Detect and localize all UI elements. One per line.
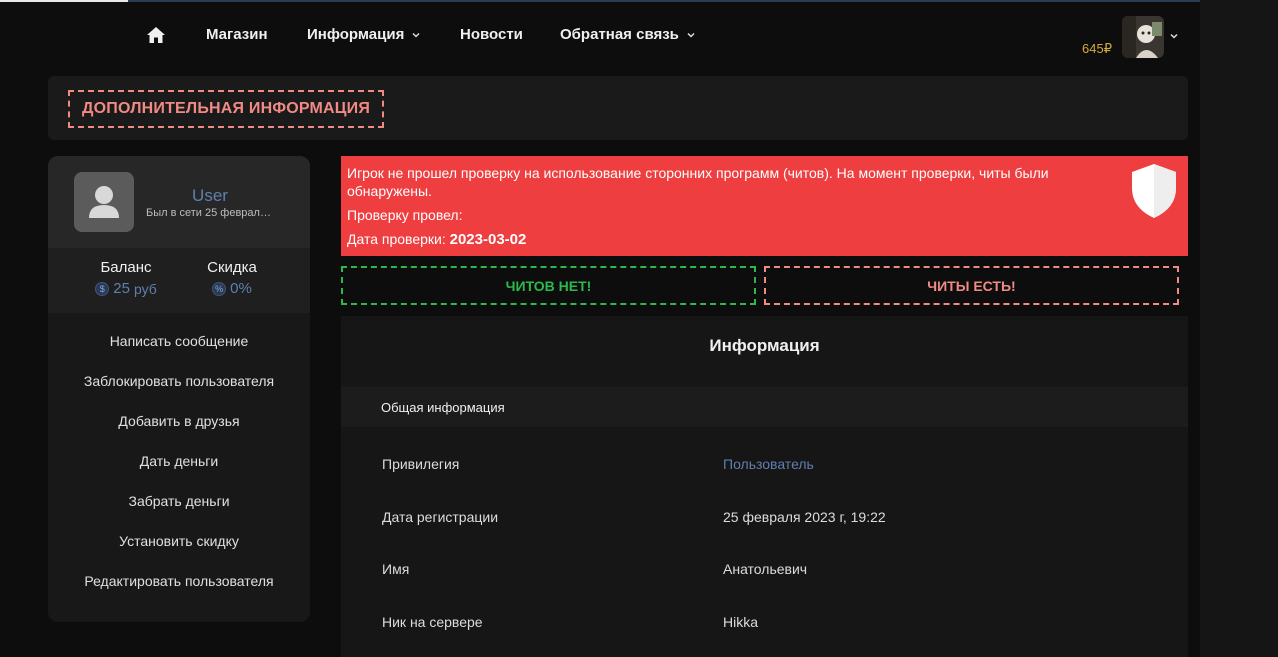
info-key: Ник на сервере xyxy=(382,614,483,630)
avatar[interactable] xyxy=(1122,16,1164,58)
coin-icon: $ xyxy=(95,281,110,296)
page-title: ДОПОЛНИТЕЛЬНАЯ ИНФОРМАЦИЯ xyxy=(68,90,385,128)
section-header: ДОПОЛНИТЕЛЬНАЯ ИНФОРМАЦИЯ xyxy=(48,76,1188,140)
balance-amount: 25 xyxy=(113,280,130,297)
nav-item-label: Новости xyxy=(460,26,523,43)
cheat-check-alert: Игрок не прошел проверку на использовани… xyxy=(341,156,1188,256)
alert-checked-by: Проверку провел: xyxy=(347,206,1077,224)
user-icon xyxy=(89,186,119,218)
discount-value: % 0% xyxy=(194,280,270,297)
info-row: Дата регистрации 25 февраля 2023 г, 19:2… xyxy=(341,491,1188,543)
date-label: Дата проверки: xyxy=(347,231,446,247)
balance-unit: руб xyxy=(133,280,157,297)
info-row: Привилегия Пользователь xyxy=(341,438,1188,490)
take-money-button[interactable]: Забрать деньги xyxy=(48,481,310,521)
info-subhead: Общая информация xyxy=(341,387,1188,427)
info-panel: Информация Общая информация Привилегия П… xyxy=(341,316,1188,657)
discount-label: Скидка xyxy=(207,259,257,276)
block-user-button[interactable]: Заблокировать пользователя xyxy=(48,361,310,401)
info-value: 25 февраля 2023 г, 19:22 xyxy=(723,509,886,525)
privilege-link[interactable]: Пользователь xyxy=(723,456,814,472)
alert-date: Дата проверки: 2023-03-02 xyxy=(347,230,1077,249)
discount-amount: 0% xyxy=(230,280,252,297)
nav-item-label: Информация xyxy=(307,26,405,43)
has-cheats-button[interactable]: ЧИТЫ ЕСТЬ! xyxy=(764,266,1179,305)
send-message-button[interactable]: Написать сообщение xyxy=(48,321,310,361)
checked-by-label: Проверку провел: xyxy=(347,207,463,223)
info-key: Дата регистрации xyxy=(382,509,499,525)
balance-stat: Баланс $ 25 руб xyxy=(82,259,170,297)
discount-stat: Скидка % 0% xyxy=(194,259,270,297)
info-key: Привилегия xyxy=(382,456,460,472)
no-cheats-button[interactable]: ЧИТОВ НЕТ! xyxy=(341,266,756,305)
nav-item-label: Обратная связь xyxy=(560,26,679,43)
profile-stats: Баланс $ 25 руб Скидка % 0% xyxy=(48,248,310,313)
set-discount-button[interactable]: Установить скидку xyxy=(48,521,310,561)
date-value: 2023-03-02 xyxy=(449,231,527,248)
percent-icon: % xyxy=(212,281,227,296)
info-row: Имя Анатольевич xyxy=(341,543,1188,595)
add-friend-button[interactable]: Добавить в друзья xyxy=(48,401,310,441)
chevron-down-icon xyxy=(687,32,695,38)
profile-actions-menu: Написать сообщение Заблокировать пользов… xyxy=(48,313,310,601)
navbar: Магазин Информация Новости Обратная связ… xyxy=(0,2,1200,70)
user-balance: 645₽ xyxy=(1082,41,1112,56)
nav-item-feedback[interactable]: Обратная связь xyxy=(560,26,697,43)
info-row: Ник на сервере Hikka xyxy=(341,596,1188,648)
nav-item-shop[interactable]: Магазин xyxy=(206,26,268,43)
balance-value: $ 25 руб xyxy=(82,280,170,297)
info-value: Анатольевич xyxy=(723,561,808,577)
profile-sidebar: User Был в сети 25 февраля 2023 г, 19:22… xyxy=(48,156,310,622)
home-icon[interactable] xyxy=(146,26,166,44)
give-money-button[interactable]: Дать деньги xyxy=(48,441,310,481)
info-value: Hikka xyxy=(723,614,759,630)
nav-item-news[interactable]: Новости xyxy=(460,26,523,43)
chevron-down-icon xyxy=(412,32,420,38)
nav-item-info[interactable]: Информация xyxy=(307,26,422,43)
right-gutter xyxy=(1200,0,1278,657)
info-title: Информация xyxy=(709,336,820,355)
chevron-down-icon[interactable] xyxy=(1168,30,1180,42)
nav-item-label: Магазин xyxy=(206,26,268,43)
balance-label: Баланс xyxy=(100,259,152,276)
profile-name[interactable]: User xyxy=(146,186,274,206)
profile-status: Был в сети 25 февраля 2023 г, 19:22 xyxy=(146,207,274,219)
alert-message: Игрок не прошел проверку на использовани… xyxy=(347,165,1049,199)
edit-user-button[interactable]: Редактировать пользователя xyxy=(48,561,310,601)
avatar xyxy=(74,172,134,232)
profile-card: User Был в сети 25 февраля 2023 г, 19:22 xyxy=(48,156,310,248)
info-key: Имя xyxy=(382,561,410,577)
shield-icon xyxy=(1132,164,1176,218)
